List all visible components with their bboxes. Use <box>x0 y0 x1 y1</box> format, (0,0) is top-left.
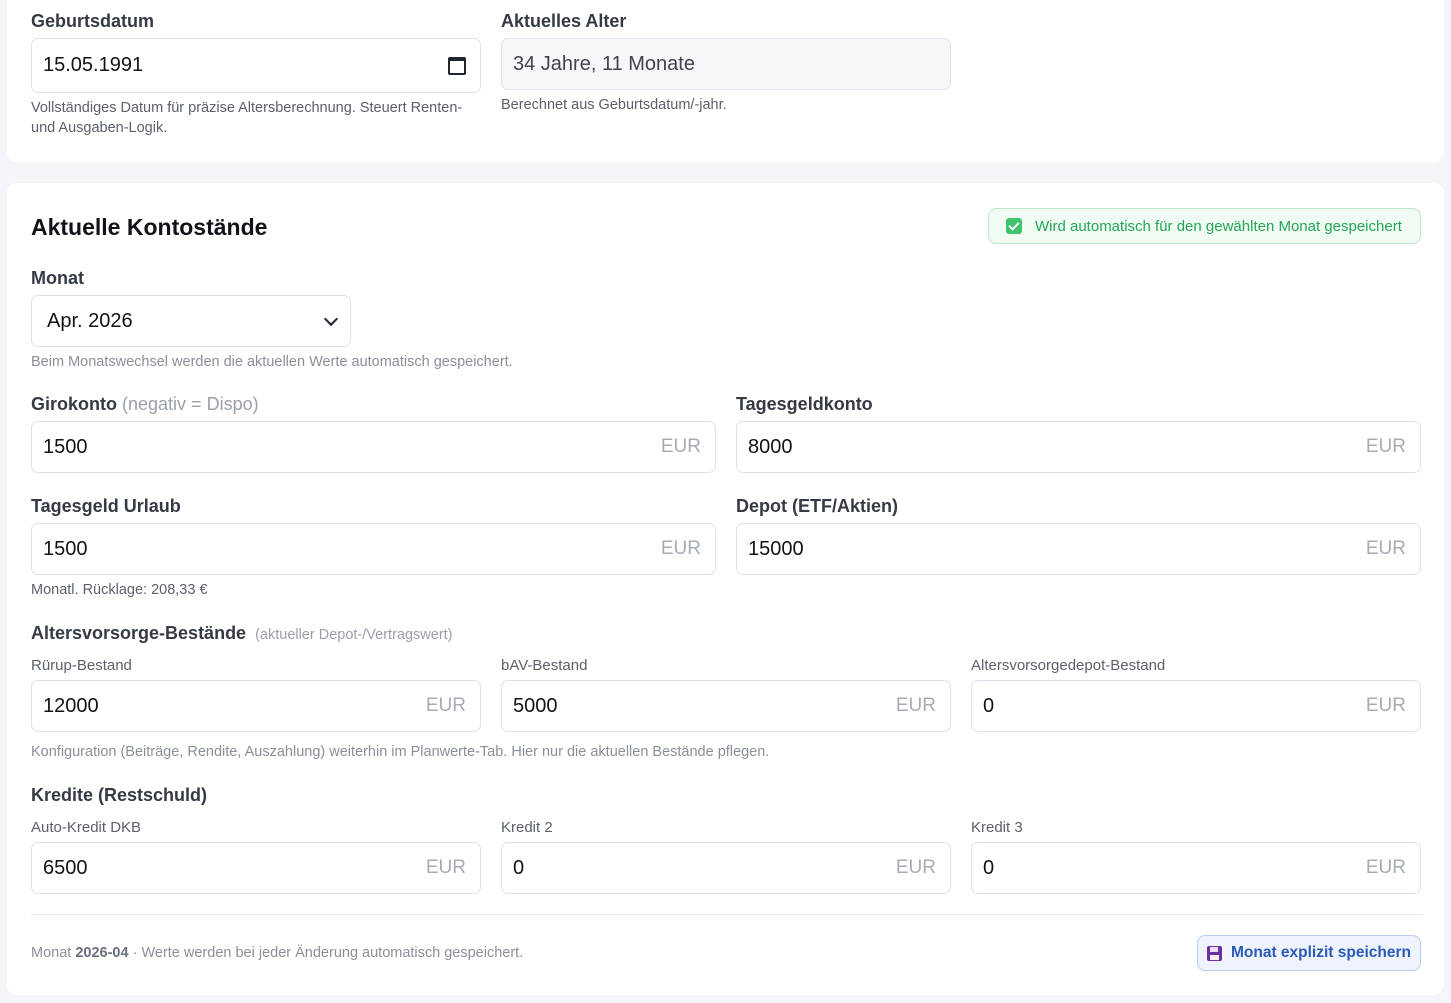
ruerup-label: Rürup-Bestand <box>31 657 132 674</box>
avdepot-input[interactable]: 0 EUR <box>971 680 1421 732</box>
loan3-unit: EUR <box>1365 857 1406 878</box>
giro-unit: EUR <box>660 436 701 457</box>
month-select[interactable]: Apr. 2026 <box>31 295 351 347</box>
pension-hint: Konfiguration (Beiträge, Rendite, Auszah… <box>31 744 770 760</box>
age-label: Aktuelles Alter <box>501 11 627 31</box>
pension-title: Altersvorsorge-Bestände <box>31 623 247 643</box>
autosave-badge-text: Wird automatisch für den gewählten Monat… <box>1035 217 1402 235</box>
auto-loan-label: Auto-Kredit DKB <box>31 819 142 836</box>
tagesgeld-label: Tagesgeldkonto <box>736 394 873 414</box>
chevron-down-icon <box>323 311 339 326</box>
depot-value: 15000 <box>748 537 804 560</box>
balances-title: Aktuelle Kontostände <box>31 214 268 240</box>
age-hint: Berechnet aus Geburtsdatum/-jahr. <box>501 97 727 113</box>
birth-date-input[interactable]: 15.05.1991 <box>31 38 481 93</box>
auto-loan-value: 6500 <box>43 856 88 879</box>
depot-input[interactable]: 15000 EUR <box>736 523 1421 575</box>
profile-card: Geburtsdatum 15.05.1991 Vollständiges Da… <box>7 0 1444 162</box>
loan2-unit: EUR <box>895 857 936 878</box>
giro-value: 1500 <box>43 435 88 458</box>
footer-status: Monat 2026-04 · Werte werden bei jeder Ä… <box>31 945 523 961</box>
urlaub-hint: Monatl. Rücklage: 208,33 € <box>31 582 208 598</box>
ruerup-unit: EUR <box>425 695 466 716</box>
avdepot-unit: EUR <box>1365 695 1406 716</box>
month-hint: Beim Monatswechsel werden die aktuellen … <box>31 354 513 370</box>
save-month-button[interactable]: Monat explizit speichern <box>1197 935 1421 971</box>
urlaub-value: 1500 <box>43 537 88 560</box>
urlaub-input[interactable]: 1500 EUR <box>31 523 716 575</box>
calendar-icon[interactable] <box>448 56 466 75</box>
loan2-value: 0 <box>513 856 525 879</box>
loan3-input[interactable]: 0 EUR <box>971 842 1421 894</box>
birth-date-label: Geburtsdatum <box>31 11 155 31</box>
footer-prefix: Monat <box>31 945 72 961</box>
bav-label: bAV-Bestand <box>501 657 588 674</box>
tagesgeld-value: 8000 <box>748 435 793 458</box>
pension-note: (aktueller Depot-/Vertragswert) <box>255 627 453 643</box>
bav-input[interactable]: 5000 EUR <box>501 680 951 732</box>
avdepot-label: Altersvorsorgedepot-Bestand <box>971 657 1166 674</box>
check-icon <box>1006 218 1022 234</box>
autosave-badge: Wird automatisch für den gewählten Monat… <box>988 208 1421 244</box>
loans-title: Kredite (Restschuld) <box>31 785 208 805</box>
bav-unit: EUR <box>895 695 936 716</box>
balances-card: Aktuelle Kontostände Wird automatisch fü… <box>7 183 1444 995</box>
age-field: 34 Jahre, 11 Monate <box>501 38 951 90</box>
tagesgeld-input[interactable]: 8000 EUR <box>736 421 1421 473</box>
ruerup-value: 12000 <box>43 694 99 717</box>
urlaub-label: Tagesgeld Urlaub <box>31 496 181 516</box>
month-label: Monat <box>31 268 84 288</box>
giro-label-note: (negativ = Dispo) <box>122 394 259 414</box>
footer-month: 2026-04 <box>75 945 129 961</box>
loan2-input[interactable]: 0 EUR <box>501 842 951 894</box>
footer-suffix: · Werte werden bei jeder Änderung automa… <box>132 945 524 961</box>
avdepot-value: 0 <box>983 694 995 717</box>
loan3-value: 0 <box>983 856 995 879</box>
giro-label-text: Girokonto <box>31 394 117 414</box>
age-value: 34 Jahre, 11 Monate <box>513 52 695 75</box>
giro-input[interactable]: 1500 EUR <box>31 421 716 473</box>
loan3-label: Kredit 3 <box>971 819 1023 836</box>
auto-loan-unit: EUR <box>425 857 466 878</box>
urlaub-unit: EUR <box>660 538 701 559</box>
footer-divider <box>31 914 1423 915</box>
ruerup-input[interactable]: 12000 EUR <box>31 680 481 732</box>
floppy-disk-icon <box>1206 945 1222 961</box>
pension-heading: Altersvorsorge-Bestände (aktueller Depot… <box>31 623 453 644</box>
birth-date-hint: Vollständiges Datum für präzise Altersbe… <box>31 100 463 136</box>
auto-loan-input[interactable]: 6500 EUR <box>31 842 481 894</box>
loan2-label: Kredit 2 <box>501 819 553 836</box>
save-month-button-label: Monat explizit speichern <box>1230 944 1411 961</box>
tagesgeld-unit: EUR <box>1365 436 1406 457</box>
giro-label: Girokonto (negativ = Dispo) <box>31 394 259 415</box>
month-select-value: Apr. 2026 <box>47 309 133 332</box>
depot-unit: EUR <box>1365 538 1406 559</box>
birth-date-value: 15.05.1991 <box>43 54 144 76</box>
bav-value: 5000 <box>513 694 558 717</box>
depot-label: Depot (ETF/Aktien) <box>736 496 898 516</box>
